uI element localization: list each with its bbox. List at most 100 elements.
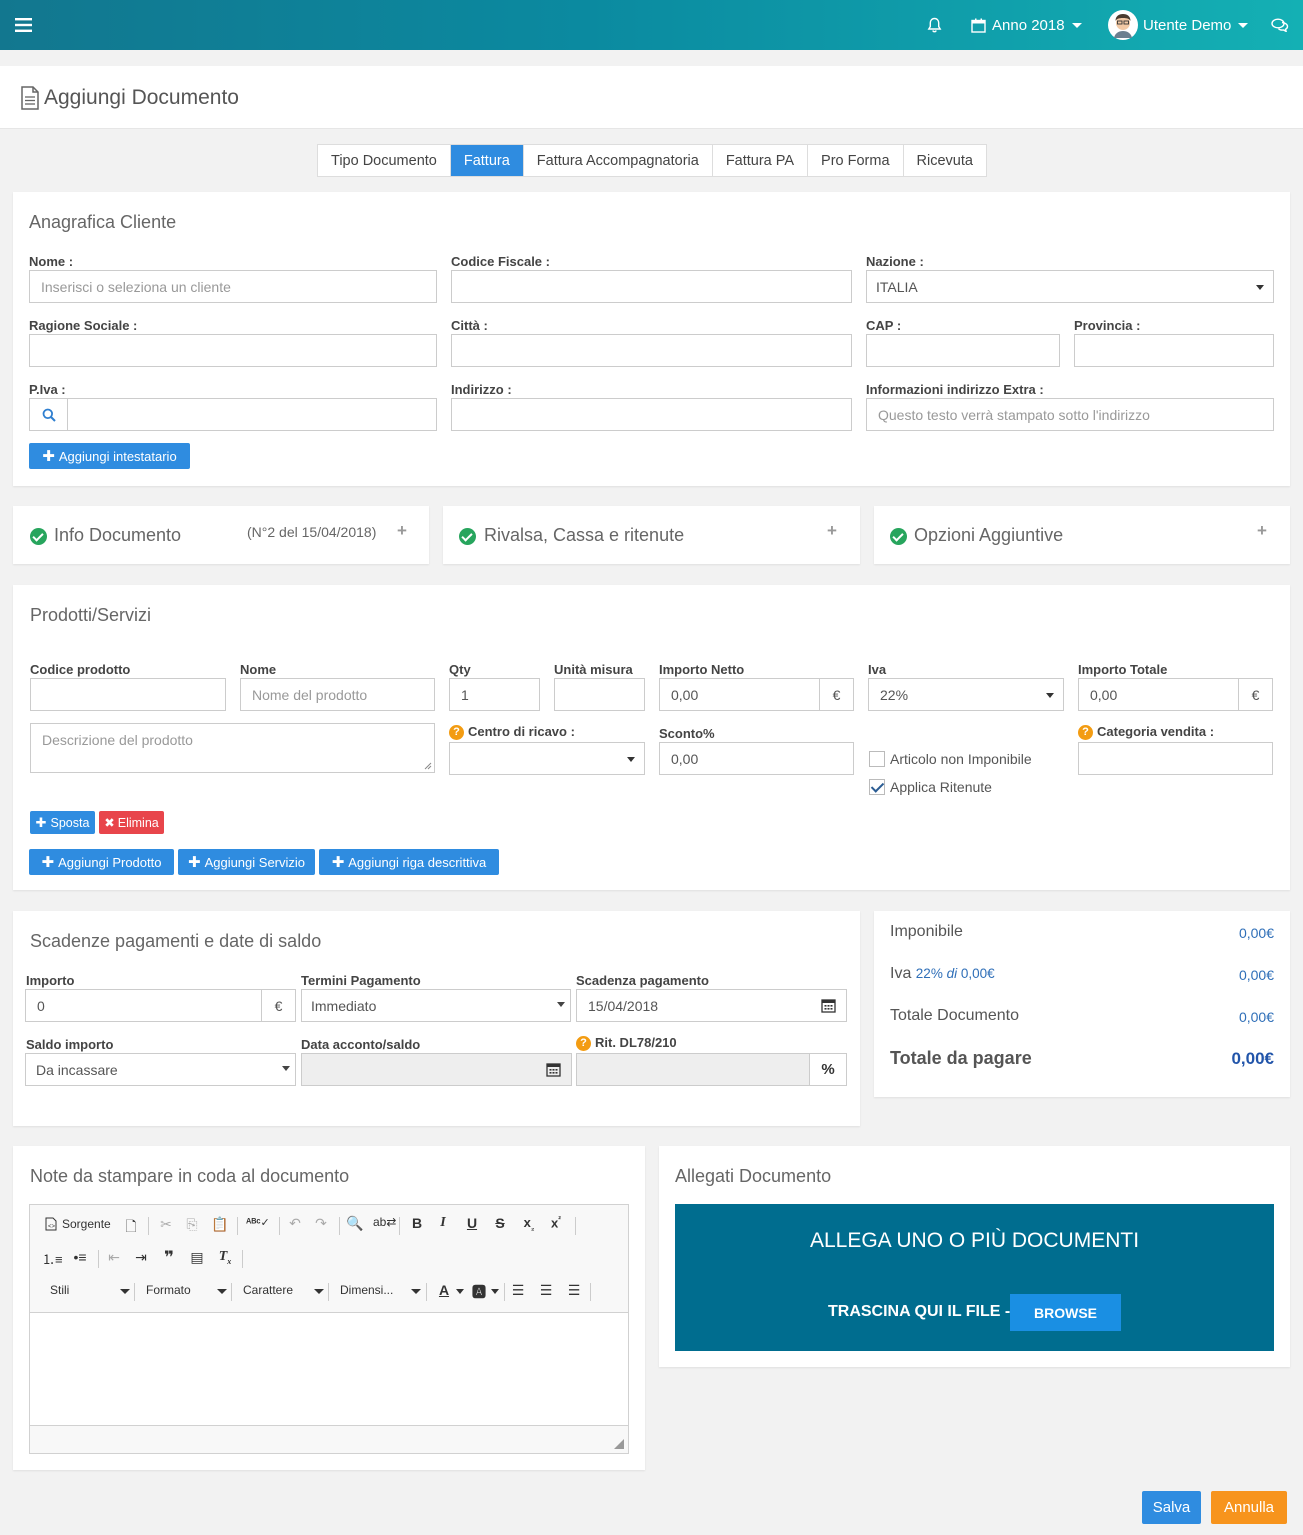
- strikethrough-icon[interactable]: S: [490, 1215, 510, 1231]
- remove-format-icon[interactable]: Tx: [215, 1249, 235, 1266]
- indirizzo-label: Indirizzo :: [451, 382, 512, 397]
- add-servizio-button[interactable]: ✚ Aggiungi Servizio: [178, 849, 315, 875]
- cancel-button[interactable]: Annulla: [1211, 1491, 1287, 1524]
- new-page-icon[interactable]: 🗋: [121, 1216, 141, 1240]
- nazione-select[interactable]: ITALIA: [866, 270, 1274, 303]
- text-color-icon[interactable]: A: [434, 1282, 454, 1298]
- spellcheck-icon[interactable]: ᴬᴮᶜ✓: [246, 1216, 270, 1229]
- saldo-select[interactable]: Da incassare: [25, 1053, 296, 1086]
- cap-input[interactable]: [866, 334, 1060, 367]
- codice-prodotto-input[interactable]: [30, 678, 226, 711]
- superscript-icon[interactable]: x²: [546, 1215, 566, 1230]
- centro-ricavo-select[interactable]: [449, 742, 645, 775]
- codice-fiscale-input[interactable]: [451, 270, 852, 303]
- tab-fattura[interactable]: Fattura: [450, 145, 524, 176]
- outdent-icon[interactable]: ⇤: [104, 1249, 124, 1266]
- chat-icon[interactable]: [1271, 0, 1289, 50]
- undo-icon[interactable]: ↶: [285, 1215, 305, 1232]
- rivalsa-panel[interactable]: Rivalsa, Cassa e ritenute +: [443, 506, 860, 564]
- ragione-sociale-input[interactable]: [29, 334, 437, 367]
- tab-tipo-documento[interactable]: Tipo Documento: [318, 145, 451, 176]
- piva-search-button[interactable]: [29, 398, 68, 431]
- info-documento-panel[interactable]: Info Documento (N°2 del 15/04/2018) +: [13, 506, 429, 564]
- indent-icon[interactable]: ⇥: [131, 1249, 151, 1266]
- cut-icon[interactable]: ✂: [156, 1216, 176, 1233]
- tab-pro-forma[interactable]: Pro Forma: [808, 145, 904, 176]
- bullet-list-icon[interactable]: •≡: [70, 1249, 90, 1265]
- qty-input[interactable]: 1: [449, 678, 540, 711]
- copy-icon[interactable]: ⎘: [182, 1216, 202, 1233]
- resize-grip-icon[interactable]: [614, 1439, 624, 1449]
- add-intestatario-button[interactable]: ✚ Aggiungi intestatario: [29, 443, 190, 469]
- format-dropdown[interactable]: Formato: [146, 1283, 191, 1297]
- tab-ricevuta[interactable]: Ricevuta: [904, 145, 986, 176]
- data-acconto-input[interactable]: [301, 1053, 572, 1086]
- redo-icon[interactable]: ↷: [311, 1215, 331, 1232]
- bold-icon[interactable]: B: [407, 1215, 427, 1231]
- browse-button[interactable]: BROWSE: [1010, 1294, 1121, 1331]
- tab-fattura-accompagnatoria[interactable]: Fattura Accompagnatoria: [524, 145, 713, 176]
- citta-input[interactable]: [451, 334, 852, 367]
- editor-content-area[interactable]: [30, 1312, 628, 1426]
- size-dropdown[interactable]: Dimensi...: [340, 1283, 393, 1297]
- provincia-label: Provincia :: [1074, 318, 1141, 333]
- file-dropzone[interactable]: ALLEGA UNO O PIÙ DOCUMENTI TRASCINA QUI …: [675, 1204, 1274, 1351]
- calendar-icon[interactable]: [821, 998, 836, 1013]
- calendar-icon[interactable]: [546, 1062, 561, 1077]
- styles-dropdown[interactable]: Stili: [50, 1283, 69, 1297]
- underline-icon[interactable]: U: [462, 1215, 482, 1231]
- save-button[interactable]: Salva: [1142, 1491, 1201, 1524]
- help-icon[interactable]: ?: [576, 1036, 591, 1052]
- non-imponibile-checkbox[interactable]: [869, 751, 885, 767]
- expand-plus-icon[interactable]: +: [1257, 521, 1267, 541]
- elimina-button[interactable]: ✖ Elimina: [99, 811, 164, 834]
- scadenza-input[interactable]: 15/04/2018: [576, 989, 847, 1022]
- rit-input[interactable]: [576, 1053, 810, 1086]
- help-icon[interactable]: ?: [1078, 725, 1093, 741]
- opzioni-aggiuntive-panel[interactable]: Opzioni Aggiuntive +: [874, 506, 1290, 564]
- importo-netto-input[interactable]: 0,00: [659, 678, 820, 711]
- source-button[interactable]: <> Sorgente: [45, 1217, 111, 1231]
- piva-input[interactable]: [67, 398, 437, 431]
- italic-icon[interactable]: I: [433, 1215, 453, 1231]
- paste-icon[interactable]: 📋: [210, 1216, 230, 1233]
- tab-fattura-pa[interactable]: Fattura PA: [713, 145, 809, 176]
- categoria-vendita-input[interactable]: [1078, 742, 1273, 775]
- plus-icon: ✚: [187, 854, 201, 871]
- user-menu[interactable]: Utente Demo: [1108, 0, 1249, 50]
- background-color-icon[interactable]: 🅰: [469, 1282, 489, 1302]
- numbered-list-icon[interactable]: ⒈≡: [42, 1249, 63, 1268]
- div-container-icon[interactable]: ▤: [187, 1249, 207, 1266]
- hamburger-menu-icon[interactable]: [15, 0, 32, 50]
- year-selector[interactable]: Anno 2018: [971, 0, 1082, 50]
- nome-prodotto-input[interactable]: Nome del prodotto: [240, 678, 435, 711]
- align-left-icon[interactable]: ☰: [508, 1282, 528, 1299]
- importo-totale-input[interactable]: 0,00: [1078, 678, 1239, 711]
- blockquote-icon[interactable]: ❞: [159, 1248, 179, 1268]
- sposta-button[interactable]: ✚ Sposta: [30, 811, 95, 834]
- align-center-icon[interactable]: ☰: [536, 1282, 556, 1299]
- extra-input[interactable]: Questo testo verrà stampato sotto l'indi…: [866, 398, 1274, 431]
- applica-ritenute-checkbox[interactable]: [869, 779, 885, 795]
- resize-grip-icon[interactable]: [424, 762, 432, 770]
- indirizzo-input[interactable]: [451, 398, 852, 431]
- iva-select[interactable]: 22%: [868, 678, 1064, 711]
- expand-plus-icon[interactable]: +: [397, 521, 407, 541]
- expand-plus-icon[interactable]: +: [827, 521, 837, 541]
- nome-input[interactable]: Inserisci o seleziona un cliente: [29, 270, 437, 303]
- font-dropdown[interactable]: Carattere: [243, 1283, 293, 1297]
- provincia-input[interactable]: [1074, 334, 1274, 367]
- add-riga-button[interactable]: ✚ Aggiungi riga descrittiva: [319, 849, 499, 875]
- termini-select[interactable]: Immediato: [301, 989, 571, 1022]
- help-icon[interactable]: ?: [449, 725, 464, 741]
- bell-icon[interactable]: [927, 0, 942, 50]
- find-icon[interactable]: 🔍: [345, 1215, 365, 1232]
- subscript-icon[interactable]: x₂: [519, 1215, 539, 1233]
- unita-misura-input[interactable]: [554, 678, 645, 711]
- importo-input[interactable]: 0: [25, 989, 262, 1022]
- add-prodotto-button[interactable]: ✚ Aggiungi Prodotto: [29, 849, 174, 875]
- replace-icon[interactable]: ab⇄: [373, 1215, 396, 1229]
- align-right-icon[interactable]: ☰: [564, 1282, 584, 1299]
- descrizione-textarea[interactable]: Descrizione del prodotto: [30, 723, 435, 773]
- sconto-input[interactable]: 0,00: [659, 742, 854, 775]
